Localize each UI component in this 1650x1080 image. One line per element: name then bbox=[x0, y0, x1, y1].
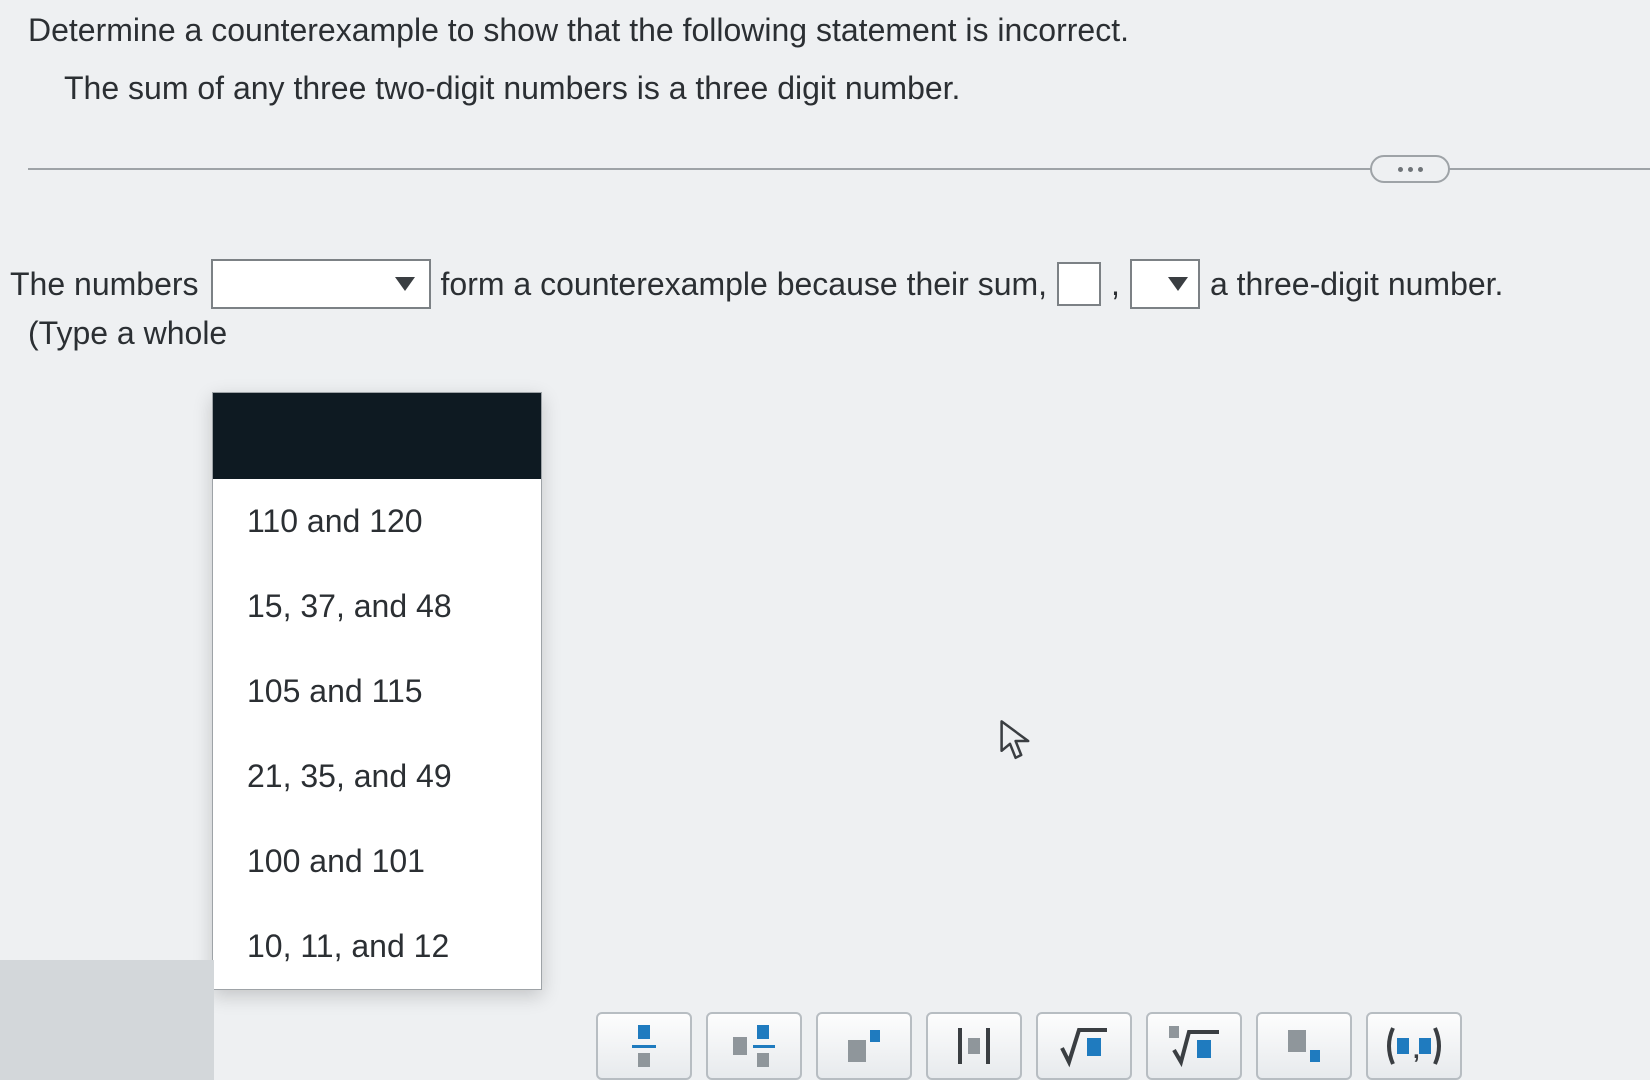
numbers-dropdown[interactable] bbox=[211, 259, 431, 309]
dropdown-option[interactable]: 10, 11, and 12 bbox=[213, 904, 541, 989]
sentence-comma: , bbox=[1111, 266, 1120, 303]
cursor-icon bbox=[1000, 720, 1034, 762]
dropdown-option[interactable]: 105 and 115 bbox=[213, 649, 541, 734]
exponent-button[interactable] bbox=[816, 1012, 912, 1080]
chevron-down-icon bbox=[395, 277, 415, 291]
input-hint: (Type a whole bbox=[28, 315, 1622, 352]
square-root-button[interactable] bbox=[1036, 1012, 1132, 1080]
sentence-lead: The numbers bbox=[10, 266, 199, 303]
sum-input[interactable] bbox=[1057, 262, 1101, 306]
verb-dropdown[interactable] bbox=[1130, 259, 1200, 309]
dropdown-option[interactable]: 110 and 120 bbox=[213, 479, 541, 564]
dropdown-option[interactable]: 100 and 101 bbox=[213, 819, 541, 904]
nth-root-button[interactable] bbox=[1146, 1012, 1242, 1080]
math-toolbar: , bbox=[596, 1012, 1462, 1080]
ordered-pair-button[interactable]: , bbox=[1366, 1012, 1462, 1080]
numbers-dropdown-panel: 110 and 120 15, 37, and 48 105 and 115 2… bbox=[212, 392, 542, 990]
fraction-button[interactable] bbox=[596, 1012, 692, 1080]
mixed-fraction-button[interactable] bbox=[706, 1012, 802, 1080]
answer-sentence: The numbers form a counterexample becaus… bbox=[28, 259, 1622, 309]
left-gray-strip bbox=[0, 960, 214, 1080]
chevron-down-icon bbox=[1168, 277, 1188, 291]
svg-text:,: , bbox=[1413, 1037, 1420, 1064]
more-button[interactable] bbox=[1370, 155, 1450, 183]
sentence-mid: form a counterexample because their sum, bbox=[441, 266, 1048, 303]
question-statement: The sum of any three two-digit numbers i… bbox=[28, 64, 1622, 114]
dropdown-blank-option[interactable] bbox=[213, 393, 541, 479]
dropdown-option[interactable]: 21, 35, and 49 bbox=[213, 734, 541, 819]
subscript-button[interactable] bbox=[1256, 1012, 1352, 1080]
absolute-value-button[interactable] bbox=[926, 1012, 1022, 1080]
sentence-tail: a three-digit number. bbox=[1210, 266, 1504, 303]
question-prompt: Determine a counterexample to show that … bbox=[28, 6, 1622, 56]
dropdown-option[interactable]: 15, 37, and 48 bbox=[213, 564, 541, 649]
